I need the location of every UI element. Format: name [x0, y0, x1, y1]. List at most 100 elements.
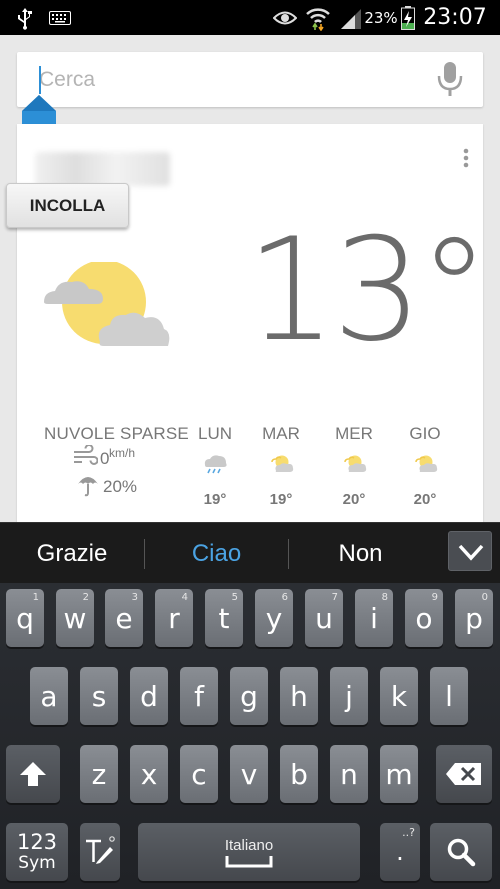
key-label: k	[390, 679, 408, 713]
eye-icon	[272, 0, 298, 35]
suggestion-word[interactable]: Non	[289, 523, 432, 584]
period-key[interactable]: ..? .	[380, 823, 420, 881]
key-label: h	[290, 679, 308, 713]
forecast-temp: 19°	[269, 491, 293, 508]
signal-icon	[338, 0, 364, 35]
key-k[interactable]: k	[380, 667, 418, 725]
key-o[interactable]: 9o	[405, 589, 443, 647]
text-cursor	[39, 66, 41, 94]
key-label: r	[168, 601, 180, 635]
key-label: d	[140, 679, 158, 713]
precipitation-chance: 20%	[103, 477, 138, 496]
key-g[interactable]: g	[230, 667, 268, 725]
symbols-key-line2: Sym	[18, 853, 56, 873]
key-h[interactable]: h	[280, 667, 318, 725]
key-label: i	[370, 601, 378, 635]
key-label: .	[396, 838, 404, 866]
key-e[interactable]: 3e	[105, 589, 143, 647]
key-s[interactable]: s	[80, 667, 118, 725]
key-i[interactable]: 8i	[355, 589, 393, 647]
key-hint: 2	[82, 592, 89, 603]
forecast-day-name: GIO	[409, 424, 441, 443]
key-label: s	[91, 679, 107, 713]
key-r[interactable]: 4r	[155, 589, 193, 647]
key-b[interactable]: b	[280, 745, 318, 803]
space-key[interactable]: Italiano	[138, 823, 360, 881]
key-label: p	[465, 601, 483, 635]
forecast-temp: 20°	[342, 491, 366, 508]
handwriting-key[interactable]	[80, 823, 120, 881]
key-w[interactable]: 2w	[56, 589, 94, 647]
symbols-key[interactable]: 123 Sym	[6, 823, 68, 881]
backspace-key[interactable]	[436, 745, 492, 803]
key-hint: 9	[431, 592, 438, 603]
chevron-down-icon	[458, 544, 484, 561]
battery-percentage: 23%	[364, 8, 398, 27]
location-redacted	[35, 152, 170, 186]
suggestion-word[interactable]: Grazie	[0, 523, 144, 584]
key-hint: 7	[331, 592, 338, 603]
key-d[interactable]: d	[130, 667, 168, 725]
suggestion-word-primary[interactable]: Ciao	[145, 523, 288, 584]
shift-arrow-icon	[20, 762, 46, 786]
key-label: e	[115, 601, 133, 635]
key-label: a	[40, 679, 58, 713]
keyboard: 1q 2w 3e 4r 5t 6y 7u 8i 9o 0p a s d f g …	[0, 583, 500, 889]
key-c[interactable]: c	[180, 745, 218, 803]
partly-cloudy-icon	[271, 455, 294, 472]
key-v[interactable]: v	[230, 745, 268, 803]
key-t[interactable]: 5t	[205, 589, 243, 647]
key-f[interactable]: f	[180, 667, 218, 725]
wifi-icon	[304, 0, 332, 35]
key-n[interactable]: n	[330, 745, 368, 803]
usb-icon	[14, 0, 36, 35]
umbrella-icon	[78, 477, 98, 497]
key-m[interactable]: m	[380, 745, 418, 803]
key-label: t	[218, 601, 230, 635]
current-temperature: 13°	[246, 208, 490, 373]
key-label: z	[91, 757, 107, 791]
key-label: f	[194, 679, 204, 713]
key-u[interactable]: 7u	[305, 589, 343, 647]
expand-suggestions-button[interactable]	[448, 531, 492, 571]
key-hint: 0	[481, 592, 488, 603]
wind-unit: km/h	[109, 446, 136, 460]
search-key[interactable]	[430, 823, 492, 881]
key-label: o	[415, 601, 433, 635]
key-hint: 4	[181, 592, 188, 603]
partly-cloudy-icon	[44, 262, 170, 346]
key-z[interactable]: z	[80, 745, 118, 803]
forecast-day-name: MER	[335, 424, 373, 443]
search-input[interactable]	[39, 52, 429, 107]
paste-button[interactable]: INCOLLA	[6, 183, 129, 228]
shift-key[interactable]	[6, 745, 60, 803]
key-hint: 1	[32, 592, 39, 603]
space-bar-icon	[225, 855, 273, 867]
key-x[interactable]: x	[130, 745, 168, 803]
wind-icon	[74, 445, 98, 465]
suggestion-strip: Grazie Ciao Non	[0, 522, 500, 583]
partly-cloudy-icon	[415, 455, 438, 472]
key-label: y	[265, 601, 283, 635]
search-icon	[447, 838, 476, 867]
key-y[interactable]: 6y	[255, 589, 293, 647]
forecast-temp: 19°	[203, 491, 227, 508]
key-hint: 5	[231, 592, 238, 603]
key-p[interactable]: 0p	[455, 589, 493, 647]
key-label: w	[63, 601, 87, 635]
status-bar: 23% 23:07	[0, 0, 500, 35]
key-j[interactable]: j	[330, 667, 368, 725]
key-l[interactable]: l	[430, 667, 468, 725]
key-a[interactable]: a	[30, 667, 68, 725]
key-label: j	[345, 679, 353, 713]
key-label: u	[315, 601, 333, 635]
microphone-icon[interactable]	[436, 61, 464, 97]
search-bar[interactable]	[17, 52, 483, 107]
forecast-day-name: MAR	[262, 424, 300, 443]
forecast-day: LUN 19°	[186, 424, 244, 514]
key-q[interactable]: 1q	[6, 589, 44, 647]
key-label: v	[240, 757, 258, 791]
key-label: m	[385, 757, 413, 791]
forecast-day-name: LUN	[197, 424, 232, 443]
overflow-menu-icon[interactable]	[458, 146, 474, 170]
